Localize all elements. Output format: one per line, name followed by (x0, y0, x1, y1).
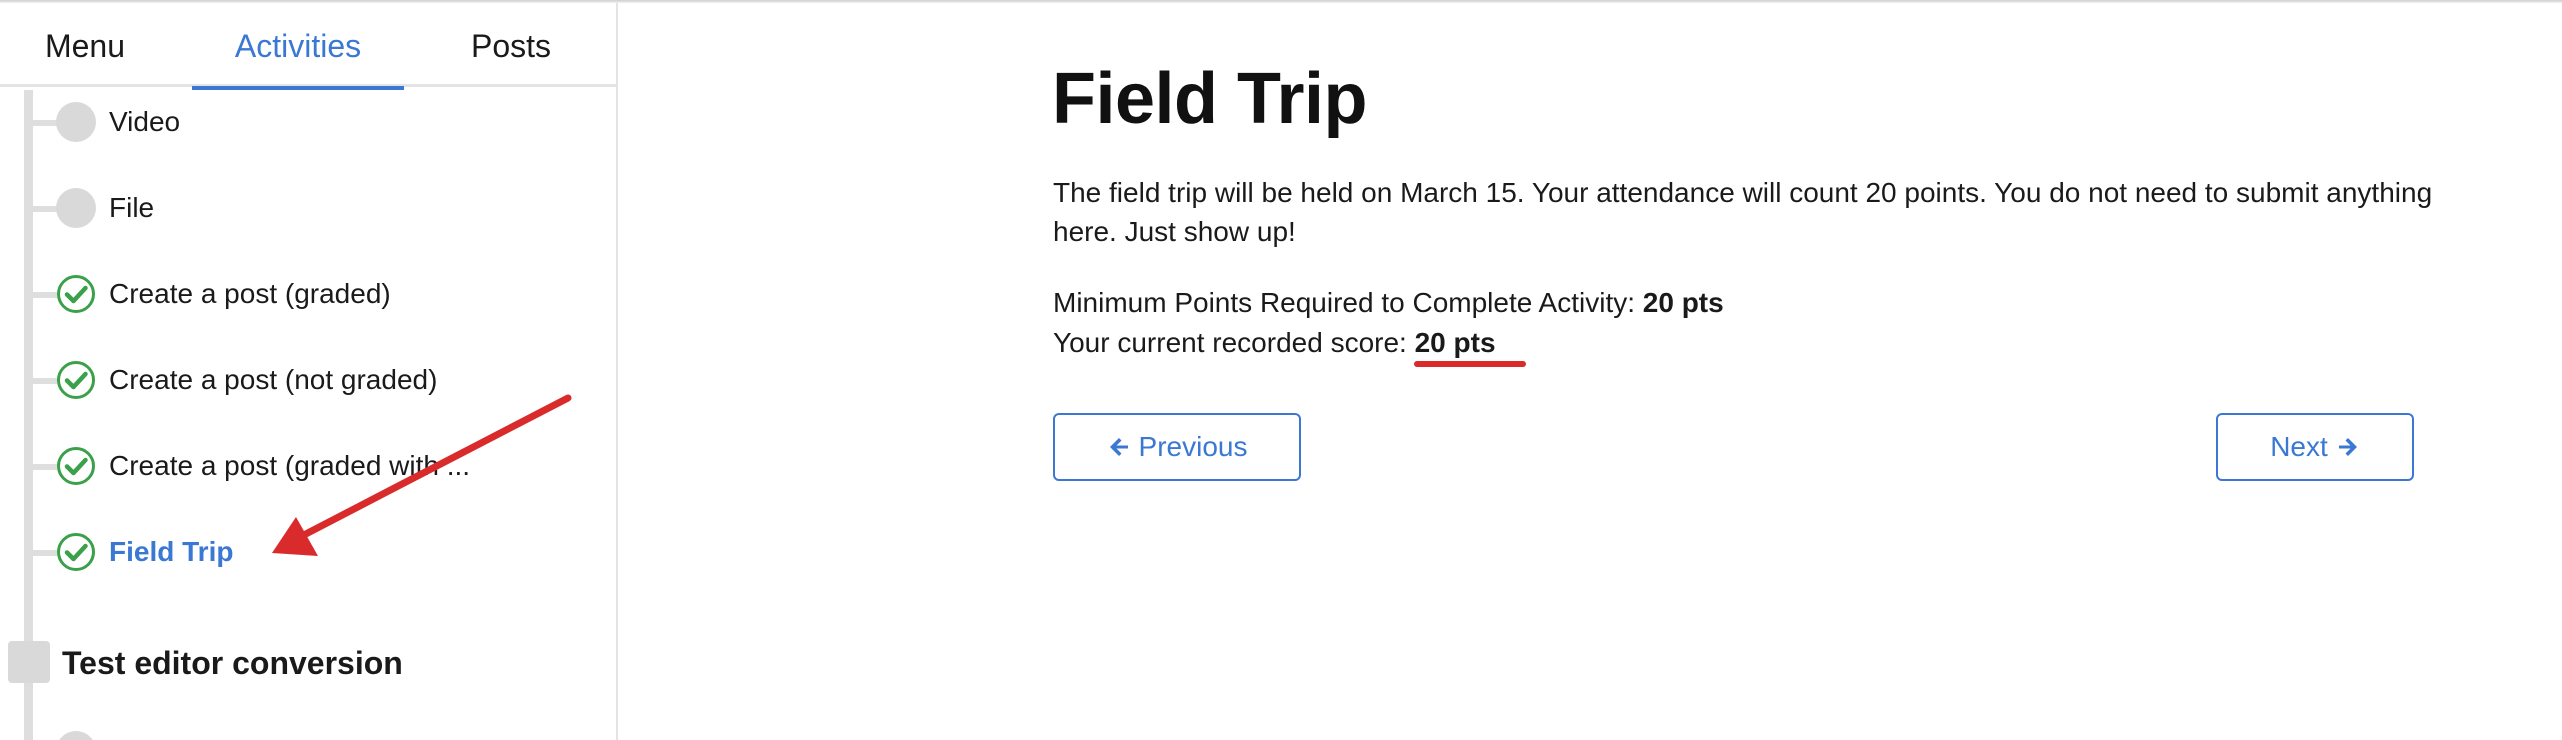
tab-posts[interactable]: Posts (426, 3, 596, 87)
timeline-connector (33, 120, 57, 126)
arrow-right-icon (2338, 438, 2357, 456)
min-points-row: Minimum Points Required to Complete Acti… (1053, 283, 1724, 323)
min-points-value: 20 pts (1642, 287, 1724, 318)
section-header[interactable]: Test editor conversion (0, 633, 600, 693)
activity-item-create-post-graded[interactable]: Create a post (graded) (0, 264, 600, 324)
arrow-left-icon (1109, 438, 1128, 456)
score-value: 20 pts (1414, 327, 1496, 358)
activity-item-create-post-not-graded[interactable]: Create a post (not graded) (0, 350, 600, 410)
main-content: Field Trip The field trip will be held o… (620, 3, 2562, 740)
page-title: Field Trip (1052, 59, 1368, 139)
score-row: Your current recorded score: 20 pts (1053, 323, 1724, 363)
activity-item-file[interactable]: File (0, 178, 600, 238)
tab-activities[interactable]: Activities (192, 3, 404, 90)
check-circle-icon (57, 533, 95, 571)
next-button[interactable]: Next (2216, 413, 2414, 481)
incomplete-circle-icon (56, 188, 96, 228)
activity-item-field-trip[interactable]: Field Trip (0, 522, 600, 582)
activity-label: Video (109, 106, 181, 137)
check-circle-icon (57, 275, 95, 313)
next-label: Next (2270, 431, 2328, 462)
timeline-connector (33, 206, 57, 212)
score-underline-annotation (1414, 361, 1526, 367)
check-circle-icon (57, 361, 95, 399)
section-square-icon (8, 641, 50, 683)
timeline-connector (33, 550, 57, 556)
activity-item-create-post-graded-with[interactable]: Create a post (graded with ... (0, 436, 600, 496)
section-label: Test editor conversion (62, 645, 403, 681)
sidebar-tabs: Menu Activities Posts (0, 3, 616, 90)
activity-points: Minimum Points Required to Complete Acti… (1053, 283, 1724, 363)
tab-menu[interactable]: Menu (0, 3, 170, 87)
activity-label: Create a post (graded with ... (109, 450, 471, 481)
activity-label: Field Trip (109, 536, 234, 567)
activity-label: File (109, 192, 155, 223)
previous-button[interactable]: Previous (1053, 413, 1301, 481)
activity-description: The field trip will be held on March 15.… (1053, 177, 2433, 247)
check-circle-icon (57, 447, 95, 485)
timeline-connector (33, 292, 57, 298)
min-points-label: Minimum Points Required to Complete Acti… (1053, 287, 1635, 318)
incomplete-circle-icon (56, 731, 96, 740)
timeline-connector (33, 464, 57, 470)
activity-label: Create a post (graded) (109, 278, 391, 309)
activity-label: Create a post (not graded) (109, 364, 438, 395)
score-label: Your current recorded score: (1053, 327, 1407, 358)
sidebar: Menu Activities Posts Video File Create … (0, 3, 618, 740)
previous-label: Previous (1138, 431, 1248, 462)
incomplete-circle-icon (56, 102, 96, 142)
timeline-connector (33, 378, 57, 384)
activity-item-video[interactable]: Video (0, 92, 600, 152)
